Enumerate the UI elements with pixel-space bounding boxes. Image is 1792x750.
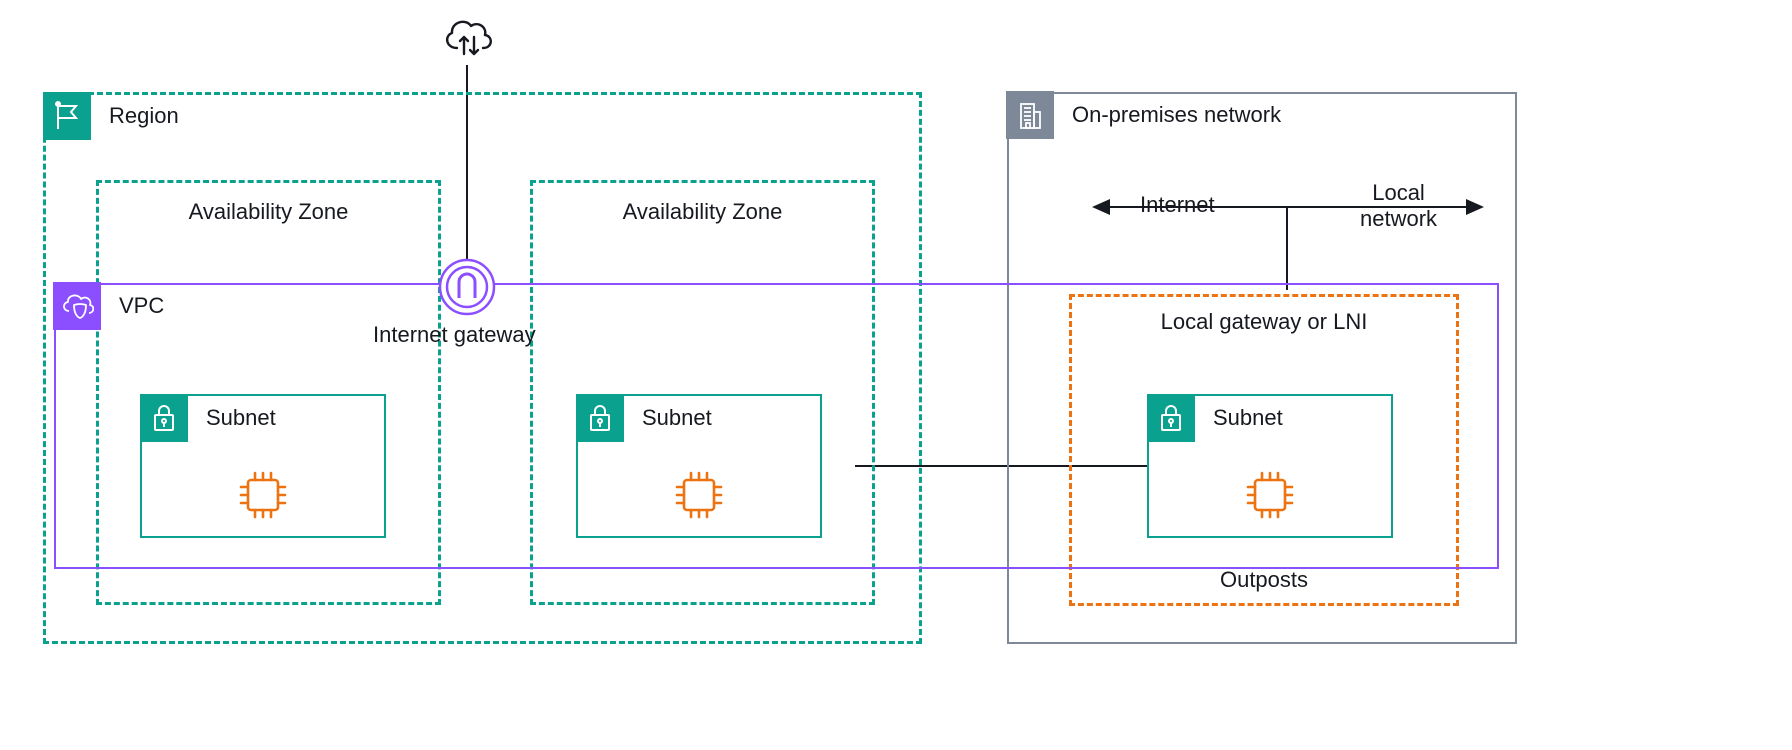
chip-icon [672,468,726,522]
az1-label: Availability Zone [189,199,349,225]
internet-label: Internet [1140,192,1215,218]
igw-label: Internet gateway [373,322,536,348]
chip-icon [1243,468,1297,522]
region-label: Region [109,103,179,129]
cloud-arrows-icon [440,12,496,62]
localnet-label: Local network [1360,180,1437,232]
building-icon [1006,91,1054,139]
lock-icon [576,394,624,442]
cloud-shield-icon [53,282,101,330]
lock-icon [140,394,188,442]
lock-icon [1147,394,1195,442]
subnet-out-label: Subnet [1213,405,1283,431]
subnet-2-label: Subnet [642,405,712,431]
subnet-outpost: Subnet [1147,394,1393,538]
vpc-label: VPC [119,293,164,319]
outposts-label: Outposts [1220,567,1308,593]
subnet-1: Subnet [140,394,386,538]
gateway-icon [438,258,496,316]
onprem-label: On-premises network [1072,102,1281,128]
architecture-diagram: Region Availability Zone Availability Zo… [0,0,1792,750]
chip-icon [236,468,290,522]
az2-label: Availability Zone [623,199,783,225]
subnet-1-label: Subnet [206,405,276,431]
flag-icon [43,92,91,140]
subnet-2: Subnet [576,394,822,538]
